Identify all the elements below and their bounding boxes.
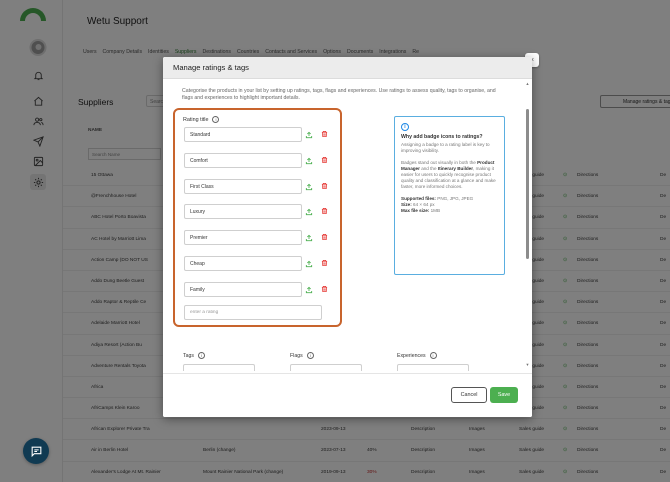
rating-label: Family: [190, 286, 205, 293]
rating-label: Luxury: [190, 209, 206, 216]
rating-title-text: Rating title: [183, 116, 209, 123]
tags-input[interactable]: [183, 364, 255, 371]
rating-row: Cheap: [184, 256, 328, 271]
modal-header: Manage ratings & tags: [163, 57, 532, 79]
experiences-label: Experiences i: [397, 352, 437, 359]
save-button[interactable]: Save: [490, 387, 518, 403]
badge-info-card: i Why add badge icons to ratings? Assign…: [394, 116, 505, 275]
modal-scrollbar[interactable]: ▲ ▼: [525, 82, 530, 368]
rating-input[interactable]: First Class: [184, 178, 302, 194]
rating-section: Rating title i Standard Comfort First Clas…: [173, 108, 342, 327]
info-card-specs: Supported files: PNG, JPG, JPEG Size: 64…: [401, 196, 474, 214]
upload-icon[interactable]: [305, 234, 313, 242]
rating-row: Comfort: [184, 152, 328, 168]
rating-row: Family: [184, 281, 328, 297]
chat-icon: [31, 446, 41, 457]
rating-label: Comfort: [190, 157, 208, 164]
rating-label: Standard: [190, 132, 211, 138]
trash-icon[interactable]: [321, 130, 328, 138]
tags-label: Tags i: [183, 352, 205, 359]
upload-icon[interactable]: [305, 286, 313, 294]
upload-icon[interactable]: [305, 183, 313, 191]
trash-icon[interactable]: [321, 233, 328, 241]
trash-icon[interactable]: [321, 207, 328, 215]
info-icon: i: [401, 123, 409, 131]
rating-row: Standard: [184, 127, 328, 142]
info-card-intro: Assigning a badge to a rating label is k…: [401, 142, 490, 153]
info-card-title: Why add badge icons to ratings?: [401, 134, 483, 140]
scroll-down-arrow[interactable]: ▼: [525, 363, 530, 367]
rating-row: First Class: [184, 178, 328, 194]
rating-label: Premier: [190, 235, 208, 242]
info-card-body: Badges stand out visually in both the Pr…: [401, 160, 496, 189]
info-icon[interactable]: i: [306, 352, 314, 359]
trash-icon[interactable]: [321, 285, 328, 293]
experiences-input[interactable]: [397, 364, 469, 371]
upload-icon[interactable]: [305, 131, 313, 139]
info-icon[interactable]: i: [197, 352, 205, 359]
new-rating-input[interactable]: [184, 305, 322, 320]
flags-label: Flags i: [290, 352, 314, 359]
cancel-button[interactable]: Cancel: [451, 387, 487, 403]
info-icon[interactable]: i: [212, 116, 220, 123]
rating-input[interactable]: Luxury: [184, 204, 302, 220]
rating-row: Premier: [184, 230, 328, 246]
rating-input[interactable]: Premier: [184, 230, 302, 246]
modal-title: Manage ratings & tags: [173, 63, 249, 72]
rating-label: Cheap: [190, 261, 205, 267]
manage-ratings-modal: Manage ratings & tags Categorise the pro…: [163, 57, 532, 417]
trash-icon[interactable]: [321, 259, 328, 267]
chat-button[interactable]: [23, 438, 49, 464]
rating-input[interactable]: Standard: [184, 127, 302, 142]
upload-icon[interactable]: [305, 208, 313, 216]
rating-row: Luxury: [184, 204, 328, 220]
upload-icon[interactable]: [305, 260, 313, 268]
rating-input[interactable]: Cheap: [184, 256, 302, 271]
trash-icon[interactable]: [321, 182, 328, 190]
rating-label: First Class: [190, 183, 214, 190]
trash-icon[interactable]: [321, 156, 328, 164]
modal-description: Categorise the products in your list by …: [182, 88, 496, 101]
scrollbar-thumb[interactable]: [526, 109, 529, 259]
info-icon[interactable]: i: [429, 352, 437, 359]
rating-title-label: Rating title i: [183, 116, 220, 123]
rating-input[interactable]: Family: [184, 281, 302, 297]
upload-icon[interactable]: [305, 157, 313, 165]
scroll-up-arrow[interactable]: ▲: [525, 82, 530, 86]
modal-footer: Cancel Save: [163, 373, 532, 417]
flags-input[interactable]: [290, 364, 362, 371]
rating-input[interactable]: Comfort: [184, 152, 302, 168]
